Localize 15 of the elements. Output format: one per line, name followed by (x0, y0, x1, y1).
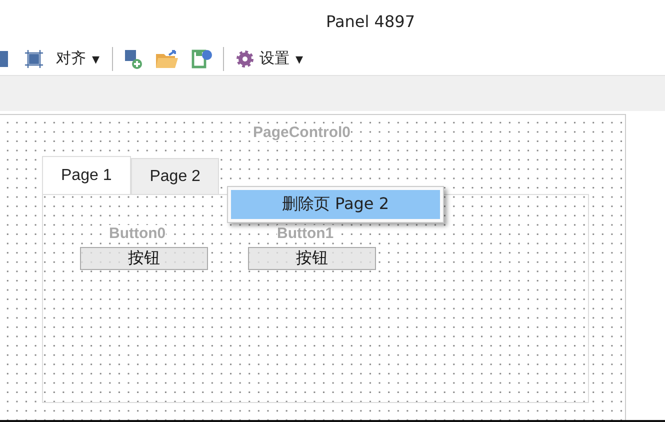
window-title: Panel 4897 (326, 12, 415, 30)
settings-icon (236, 50, 254, 68)
save-icon (190, 48, 213, 68)
menu-item[interactable]: 删除页 Page 2 (231, 190, 440, 219)
designer-button[interactable]: 按钮 (248, 247, 376, 270)
dropdown-menu-button[interactable]: 对齐 ▾ (52, 49, 104, 68)
folder-icon (154, 48, 179, 68)
toolbar-icon[interactable] (0, 50, 8, 66)
page-tab[interactable]: Page 1 (42, 156, 131, 194)
page-tab[interactable]: Page 2 (130, 158, 220, 194)
dropdown-menu-button[interactable]: 设置 ▾ (232, 49, 308, 68)
new-page-icon (122, 48, 143, 68)
align-icon[interactable] (24, 48, 44, 68)
component-label: PageControl0 (253, 124, 351, 141)
designer-button[interactable]: 按钮 (80, 247, 208, 270)
